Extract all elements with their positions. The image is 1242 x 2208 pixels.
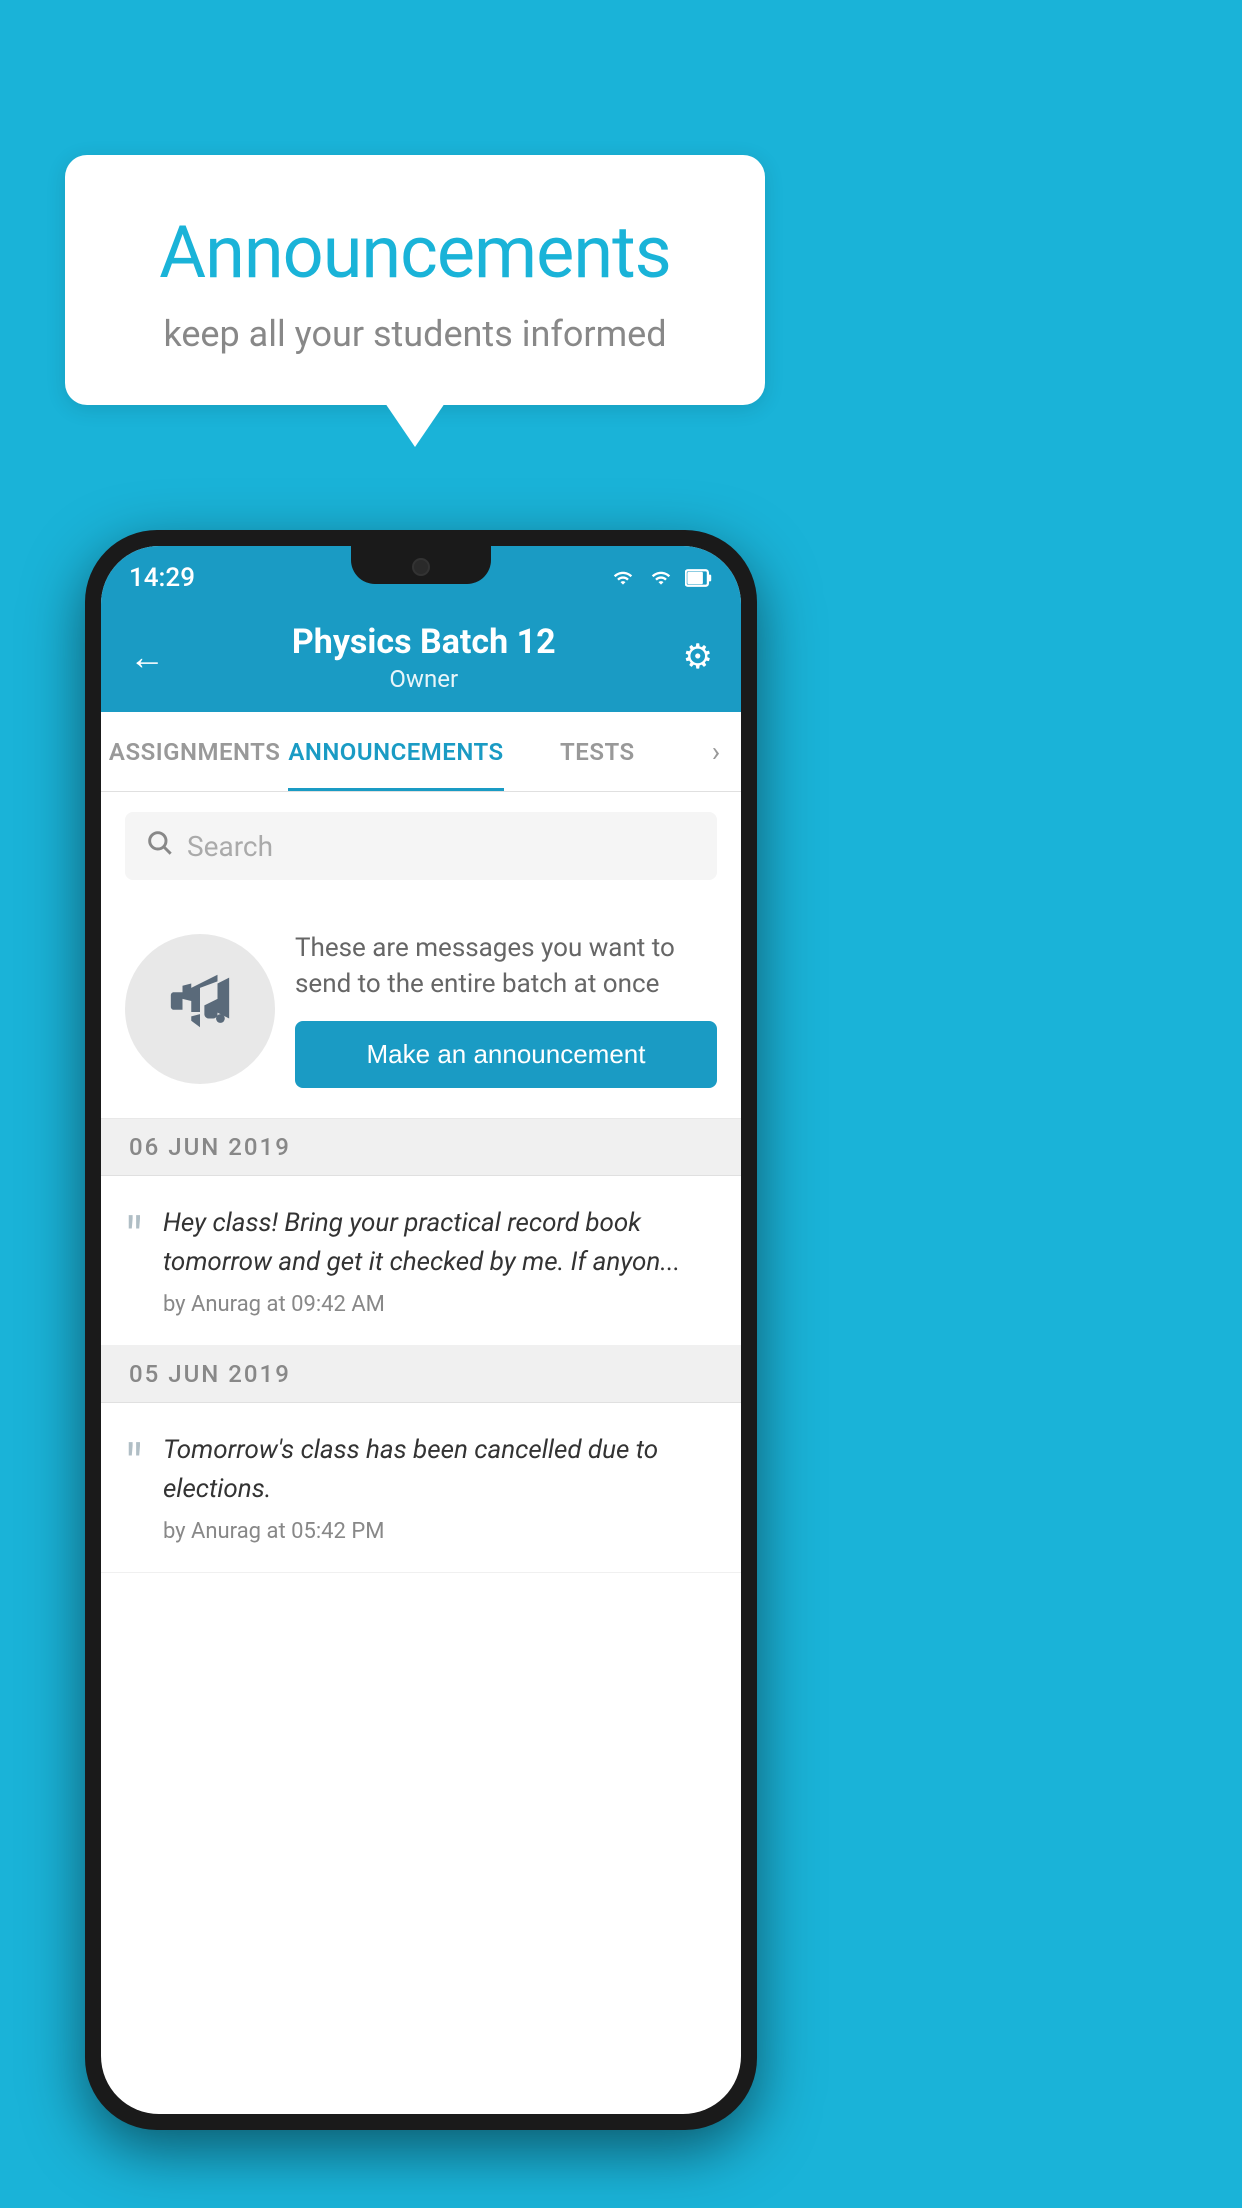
megaphone-circle bbox=[125, 934, 275, 1084]
announcement-item-2[interactable]: " Tomorrow's class has been cancelled du… bbox=[101, 1403, 741, 1573]
announcement-prompt: These are messages you want to send to t… bbox=[101, 900, 741, 1119]
signal-icon bbox=[647, 568, 675, 588]
phone-notch bbox=[351, 546, 491, 584]
announcement-content-1: Hey class! Bring your practical record b… bbox=[163, 1204, 717, 1317]
megaphone-icon bbox=[165, 966, 235, 1051]
announcement-meta-1: by Anurag at 09:42 AM bbox=[163, 1292, 717, 1317]
date-separator-1: 06 JUN 2019 bbox=[101, 1119, 741, 1176]
search-icon bbox=[145, 828, 173, 864]
date-separator-2: 05 JUN 2019 bbox=[101, 1346, 741, 1403]
search-container: Search bbox=[101, 792, 741, 900]
header-center: Physics Batch 12 Owner bbox=[292, 622, 556, 693]
speech-bubble-card: Announcements keep all your students inf… bbox=[65, 155, 765, 405]
search-placeholder: Search bbox=[187, 830, 273, 863]
tabs-bar: ASSIGNMENTS ANNOUNCEMENTS TESTS › bbox=[101, 712, 741, 792]
camera-icon bbox=[412, 558, 430, 576]
announcement-item-1[interactable]: " Hey class! Bring your practical record… bbox=[101, 1176, 741, 1346]
bubble-subtitle: keep all your students informed bbox=[125, 313, 705, 355]
announcement-text-2: Tomorrow's class has been cancelled due … bbox=[163, 1431, 717, 1509]
back-button[interactable]: ← bbox=[129, 636, 165, 678]
phone-screen: 14:29 ← bbox=[101, 546, 741, 2114]
search-bar[interactable]: Search bbox=[125, 812, 717, 880]
bubble-title: Announcements bbox=[125, 210, 705, 295]
tab-assignments[interactable]: ASSIGNMENTS bbox=[101, 712, 288, 791]
prompt-description: These are messages you want to send to t… bbox=[295, 930, 717, 1003]
quote-icon-1: " bbox=[125, 1210, 143, 1266]
announcement-meta-2: by Anurag at 05:42 PM bbox=[163, 1519, 717, 1544]
make-announcement-button[interactable]: Make an announcement bbox=[295, 1021, 717, 1088]
wifi-icon bbox=[609, 568, 637, 588]
speech-bubble-section: Announcements keep all your students inf… bbox=[65, 155, 765, 405]
announcement-text-1: Hey class! Bring your practical record b… bbox=[163, 1204, 717, 1282]
settings-button[interactable]: ⚙ bbox=[683, 637, 713, 677]
prompt-content: These are messages you want to send to t… bbox=[295, 930, 717, 1088]
header-title: Physics Batch 12 bbox=[292, 622, 556, 662]
tab-announcements[interactable]: ANNOUNCEMENTS bbox=[288, 712, 503, 791]
quote-icon-2: " bbox=[125, 1437, 143, 1493]
tab-more[interactable]: › bbox=[691, 712, 741, 791]
battery-icon bbox=[685, 568, 713, 588]
phone-outer: 14:29 ← bbox=[85, 530, 757, 2130]
header-subtitle: Owner bbox=[292, 665, 556, 693]
status-icons bbox=[609, 568, 713, 588]
tab-tests[interactable]: TESTS bbox=[504, 712, 691, 791]
app-header: ← Physics Batch 12 Owner ⚙ bbox=[101, 602, 741, 712]
announcement-content-2: Tomorrow's class has been cancelled due … bbox=[163, 1431, 717, 1544]
phone-mockup: 14:29 ← bbox=[85, 530, 757, 2130]
status-time: 14:29 bbox=[129, 563, 195, 593]
